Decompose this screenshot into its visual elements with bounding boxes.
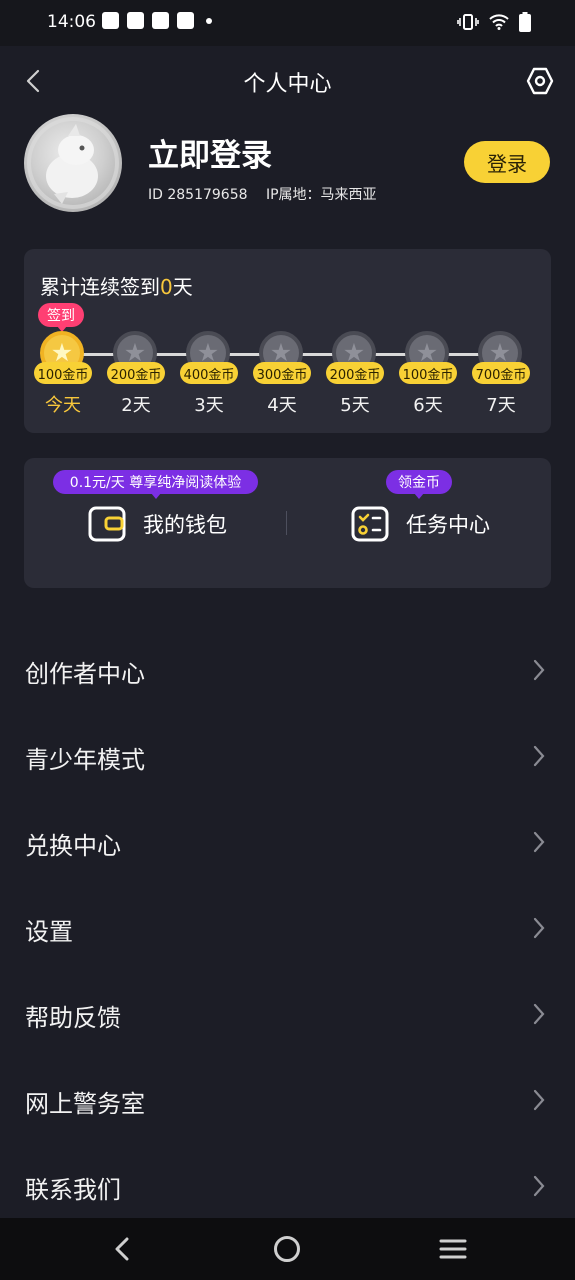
checkin-title: 累计连续签到0天 xyxy=(40,271,193,300)
checkin-day-6[interactable]: 100金币 6天 xyxy=(397,331,459,417)
chevron-right-icon xyxy=(533,831,545,853)
day-reward: 200金币 xyxy=(107,362,165,384)
day-label: 6天 xyxy=(413,395,443,416)
login-button[interactable]: 登录 xyxy=(464,141,550,183)
menu-label: 青少年模式 xyxy=(25,746,145,774)
nav-home-icon[interactable] xyxy=(274,1236,300,1262)
menu-teen-mode[interactable]: 青少年模式 xyxy=(0,712,575,798)
checkin-card: 累计连续签到0天 签到 100金币 今天 200金币 2天 400金币 3天 3… xyxy=(24,249,551,433)
checkin-title-prefix: 累计连续签到 xyxy=(40,275,160,299)
wallet-icon xyxy=(88,506,126,542)
more-notifications-dot-icon xyxy=(206,17,212,24)
wallet-button[interactable]: 我的钱包 xyxy=(87,500,227,548)
menu-list: 创作者中心 青少年模式 兑换中心 设置 帮助反馈 网上警务室 联系我们 xyxy=(0,626,575,1228)
checkin-day-5[interactable]: 200金币 5天 xyxy=(324,331,386,417)
user-id: ID 285179658 xyxy=(148,187,248,203)
checkin-day-7[interactable]: 700金币 7天 xyxy=(470,331,532,417)
checkin-day-2[interactable]: 200金币 2天 xyxy=(105,331,167,417)
menu-label: 网上警务室 xyxy=(25,1090,145,1118)
day-reward: 100金币 xyxy=(34,362,92,384)
checkin-days-count: 0 xyxy=(160,275,173,299)
status-time: 14:06 xyxy=(47,12,96,32)
day-label: 今天 xyxy=(45,395,81,416)
page-title: 个人中心 xyxy=(243,72,332,97)
checkin-day-4[interactable]: 300金币 4天 xyxy=(251,331,313,417)
status-bar: 14:06 xyxy=(0,0,575,46)
default-avatar-icon xyxy=(27,117,119,209)
quick-actions-divider xyxy=(286,511,287,535)
wallet-label: 我的钱包 xyxy=(143,513,227,537)
clock-notification-icon xyxy=(102,12,119,29)
day-reward: 300金币 xyxy=(253,362,311,384)
shopping-bag-notification-icon xyxy=(127,12,144,29)
day-label: 5天 xyxy=(340,395,370,416)
chevron-right-icon xyxy=(533,1175,545,1197)
menu-exchange-center[interactable]: 兑换中心 xyxy=(0,798,575,884)
day-label: 3天 xyxy=(194,395,224,416)
menu-help-feedback[interactable]: 帮助反馈 xyxy=(0,970,575,1056)
chevron-right-icon xyxy=(533,745,545,767)
notification-icons xyxy=(102,12,212,29)
checkin-title-suffix: 天 xyxy=(172,275,193,299)
shopping-bag-notification-icon xyxy=(177,12,194,29)
menu-creator-center[interactable]: 创作者中心 xyxy=(0,626,575,712)
menu-label: 兑换中心 xyxy=(25,832,121,860)
checkin-day-3[interactable]: 400金币 3天 xyxy=(178,331,240,417)
system-navigation-bar xyxy=(0,1218,575,1280)
task-promo-tag: 领金币 xyxy=(386,470,452,499)
shopping-bag-notification-icon xyxy=(152,12,169,29)
day-label: 2天 xyxy=(121,395,151,416)
task-checklist-icon xyxy=(351,506,389,542)
menu-settings[interactable]: 设置 xyxy=(0,884,575,970)
day-label: 7天 xyxy=(486,395,516,416)
menu-label: 设置 xyxy=(25,918,73,946)
menu-online-police[interactable]: 网上警务室 xyxy=(0,1056,575,1142)
wifi-icon xyxy=(489,14,509,30)
day-reward: 200金币 xyxy=(326,362,384,384)
profile-section: 立即登录 ID 285179658 IP属地：马来西亚 登录 xyxy=(24,114,554,214)
chevron-right-icon xyxy=(533,659,545,681)
day-reward: 700金币 xyxy=(472,362,530,384)
chevron-right-icon xyxy=(533,1003,545,1025)
vibrate-icon xyxy=(457,14,479,30)
menu-label: 联系我们 xyxy=(25,1176,121,1204)
avatar[interactable] xyxy=(24,114,122,212)
hexagon-settings-icon[interactable] xyxy=(525,66,555,96)
day-reward: 400金币 xyxy=(180,362,238,384)
user-meta: ID 285179658 IP属地：马来西亚 xyxy=(148,184,391,204)
quick-actions-card: 0.1元/天 尊享纯净阅读体验 领金币 我的钱包 任务中心 xyxy=(24,458,551,588)
battery-icon xyxy=(519,12,531,32)
checkin-day-1[interactable]: 100金币 今天 xyxy=(32,331,94,417)
menu-label: 创作者中心 xyxy=(25,660,145,688)
nav-back-icon[interactable] xyxy=(110,1235,136,1263)
header: 个人中心 xyxy=(0,46,575,114)
task-center-label: 任务中心 xyxy=(406,513,490,537)
chevron-right-icon xyxy=(533,917,545,939)
chevron-right-icon xyxy=(533,1089,545,1111)
menu-contact-us[interactable]: 联系我们 xyxy=(0,1142,575,1228)
task-center-button[interactable]: 任务中心 xyxy=(350,500,490,548)
menu-label: 帮助反馈 xyxy=(25,1004,121,1032)
system-status-icons xyxy=(457,12,531,32)
nav-recents-icon[interactable] xyxy=(439,1238,467,1260)
wallet-promo-tag: 0.1元/天 尊享纯净阅读体验 xyxy=(53,470,258,499)
signin-tag[interactable]: 签到 xyxy=(38,303,84,332)
day-label: 4天 xyxy=(267,395,297,416)
ip-location: IP属地：马来西亚 xyxy=(265,187,377,203)
day-reward: 100金币 xyxy=(399,362,457,384)
login-prompt[interactable]: 立即登录 xyxy=(148,130,272,175)
